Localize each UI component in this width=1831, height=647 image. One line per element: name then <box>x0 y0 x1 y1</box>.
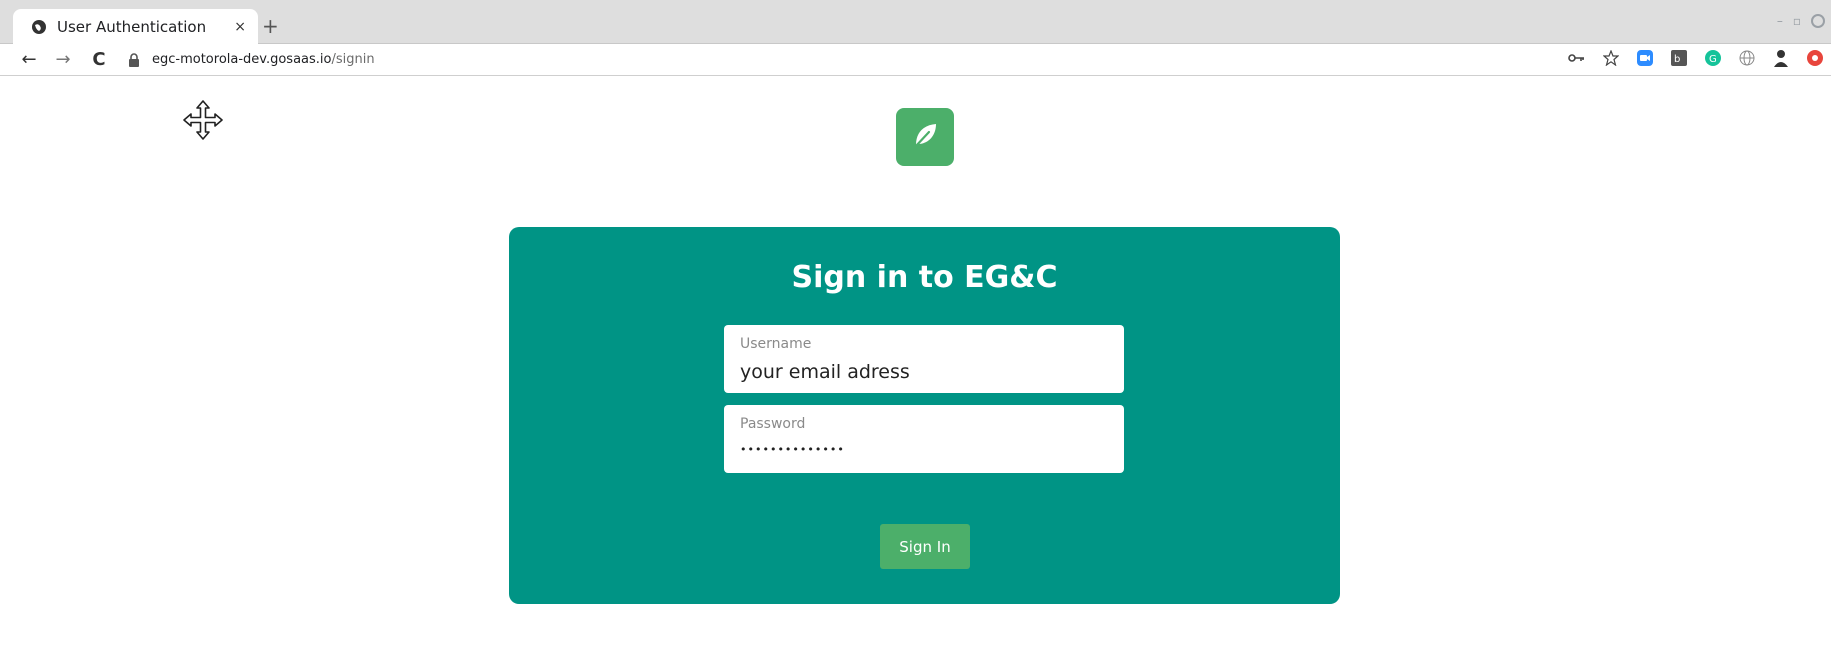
signin-card: Sign in to EG&C Username your email adre… <box>509 227 1340 604</box>
lock-icon[interactable] <box>128 52 142 67</box>
tab-close-icon[interactable]: × <box>234 19 246 35</box>
page-content: Sign in to EG&C Username your email adre… <box>0 77 1831 647</box>
window-controls: – ▫ <box>1777 14 1825 28</box>
move-cursor-icon <box>182 99 224 141</box>
browser-tab-bar: User Authentication × + – ▫ <box>0 0 1831 44</box>
password-input[interactable]: •••••••••••••• <box>740 443 845 456</box>
username-label: Username <box>740 336 812 352</box>
minimize-button[interactable]: – <box>1777 14 1783 28</box>
app-logo <box>896 108 954 166</box>
grammarly-icon[interactable]: G <box>1703 48 1723 68</box>
svg-text:G: G <box>1709 54 1717 65</box>
svg-text:b: b <box>1674 54 1680 65</box>
close-window-icon[interactable] <box>1811 14 1825 28</box>
browser-tab[interactable]: User Authentication × <box>13 9 258 44</box>
new-tab-button[interactable]: + <box>262 14 279 38</box>
star-icon[interactable] <box>1601 48 1621 68</box>
username-field[interactable]: Username your email adress <box>724 325 1124 393</box>
back-button[interactable]: ← <box>18 49 40 70</box>
page-title: Sign in to EG&C <box>791 260 1058 295</box>
password-field[interactable]: Password •••••••••••••• <box>724 405 1124 473</box>
zoom-extension-icon[interactable] <box>1635 48 1655 68</box>
sign-in-button[interactable]: Sign In <box>880 524 970 569</box>
url-path: /signin <box>331 52 375 67</box>
username-input[interactable]: your email adress <box>740 361 910 383</box>
tab-title: User Authentication <box>57 17 207 36</box>
maximize-button[interactable]: ▫ <box>1793 14 1801 28</box>
profile-avatar[interactable] <box>1771 48 1791 68</box>
reload-button[interactable]: C <box>88 49 110 70</box>
url-host: egc-motorola-dev.gosaas.io <box>152 52 332 67</box>
password-label: Password <box>740 416 806 432</box>
leaf-icon <box>910 120 940 154</box>
browser-toolbar: ← → C egc-motorola-dev.gosaas.io/signin … <box>0 44 1831 76</box>
globe-icon[interactable] <box>1737 48 1757 68</box>
key-icon[interactable] <box>1567 48 1587 68</box>
globe-favicon-icon <box>31 19 47 35</box>
extension-icon[interactable]: b <box>1669 48 1689 68</box>
extension-red-icon[interactable] <box>1805 48 1825 68</box>
forward-button[interactable]: → <box>52 49 74 70</box>
browser-extensions: b G <box>1567 48 1825 68</box>
address-bar[interactable]: egc-motorola-dev.gosaas.io/signin <box>128 48 1528 72</box>
